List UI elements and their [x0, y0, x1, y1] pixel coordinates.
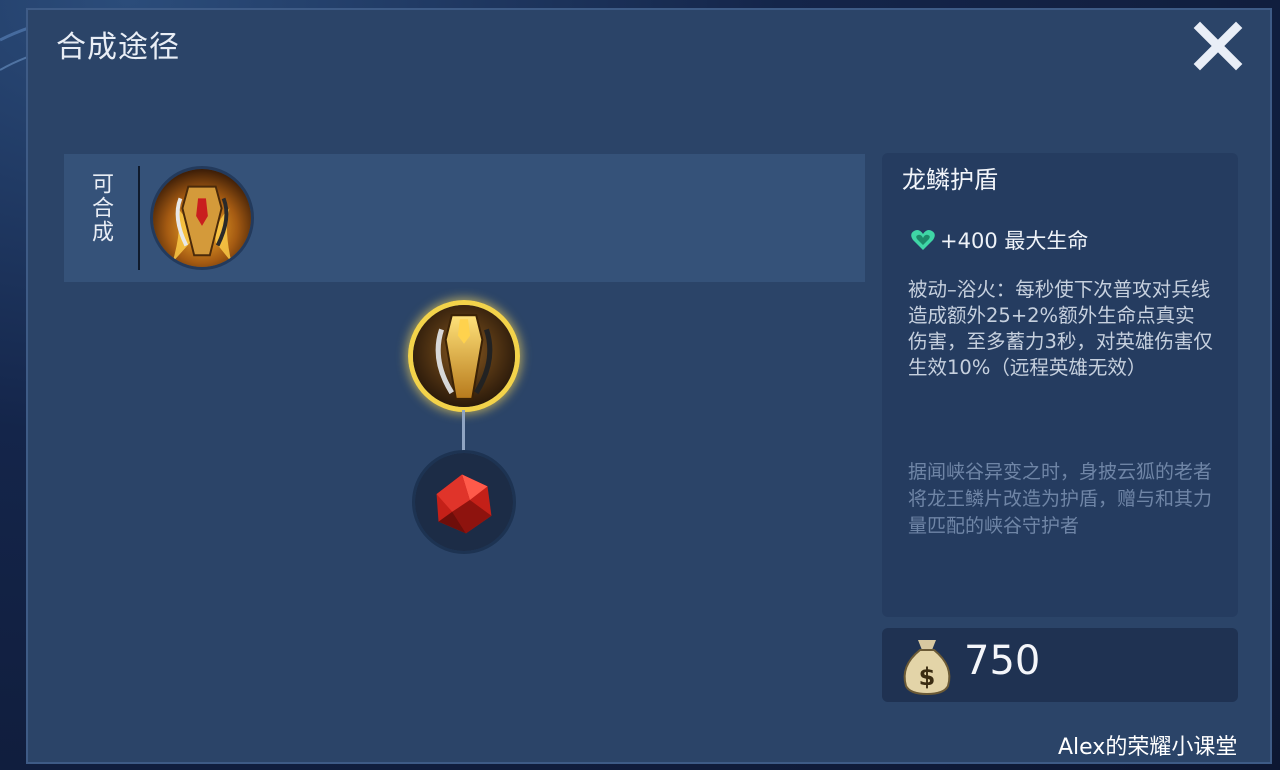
passive-description: 被动–浴火：每秒使下次普攻对兵线造成额外25+2%额外生命点真实伤害，至多蓄力3… [908, 278, 1213, 379]
heart-icon [911, 230, 935, 250]
stat-row: +400 最大生命 [910, 225, 1088, 255]
selected-item-button[interactable] [408, 300, 520, 412]
watermark: Alex的荣耀小课堂 [1058, 735, 1238, 760]
item-info-card [882, 153, 1238, 617]
stat-text: +400 最大生命 [940, 229, 1089, 253]
craftable-divider [138, 166, 140, 270]
red-gem-icon [415, 453, 513, 551]
dragon-scale-shield-icon [413, 305, 515, 407]
recipe-connector-line [462, 410, 465, 452]
price-box: $ [882, 628, 1238, 702]
price-value: 750 [964, 638, 1041, 684]
component-item-button[interactable] [412, 450, 516, 554]
item-name: 龙鳞护盾 [902, 166, 998, 194]
panel-title: 合成途径 [56, 30, 180, 65]
close-button[interactable] [1190, 18, 1246, 74]
golden-flame-shield-icon [153, 169, 251, 267]
lore-description: 据闻峡谷异变之时，身披云狐的老者将龙王鳞片改造为护盾，赠与和其力量匹配的峡谷守护… [908, 461, 1213, 537]
svg-text:$: $ [919, 663, 936, 691]
craftable-label: 可合成 [88, 172, 113, 244]
money-bag-icon: $ [903, 640, 951, 696]
craftable-item-button[interactable] [150, 166, 254, 270]
close-icon [1193, 21, 1243, 71]
